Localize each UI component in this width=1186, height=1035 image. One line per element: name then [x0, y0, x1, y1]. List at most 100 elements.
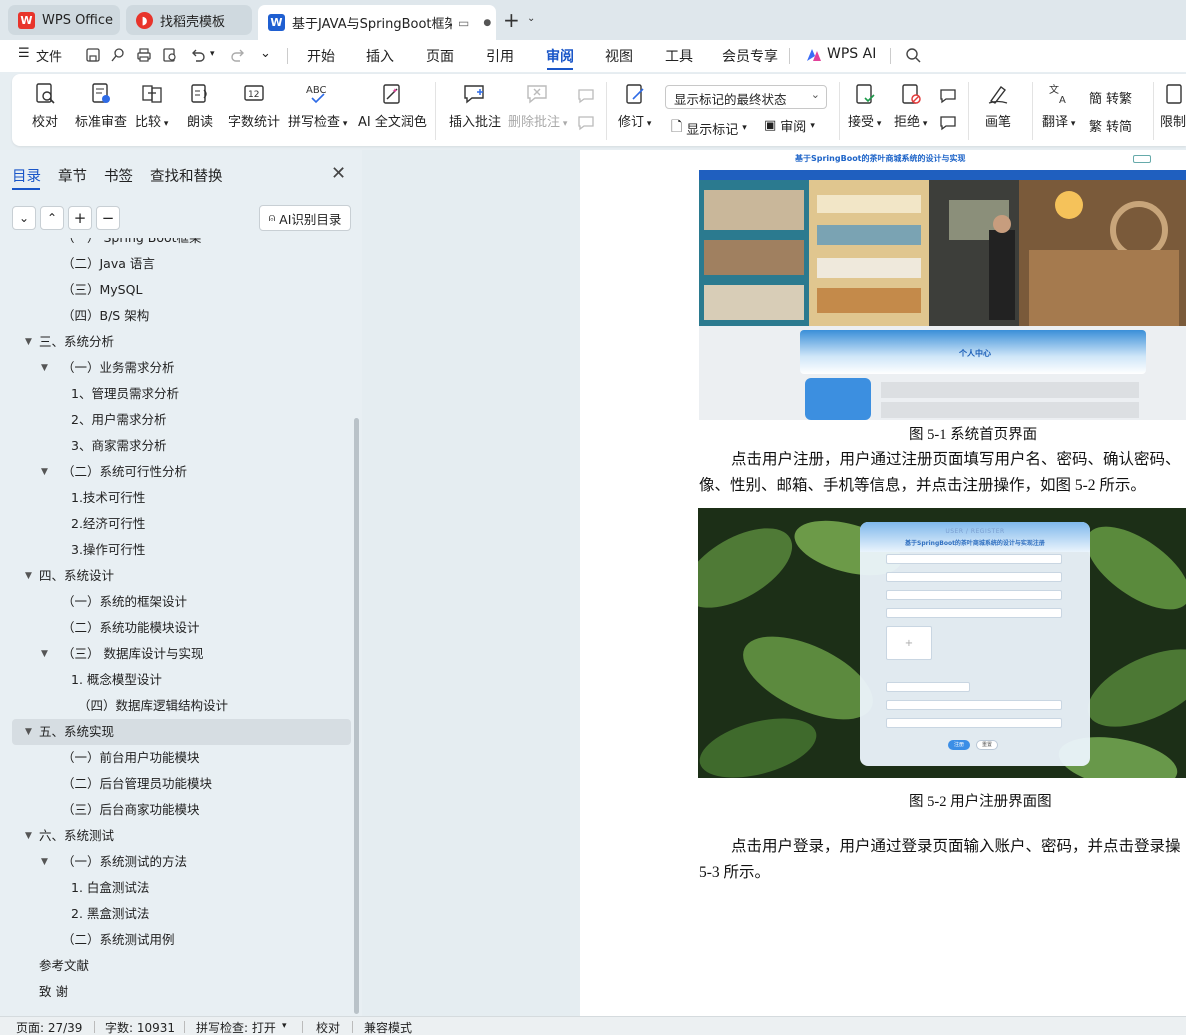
tab-find-replace[interactable]: 查找和替换 — [150, 165, 223, 186]
ai-polish-button[interactable]: ✦ AI 全文润色 — [358, 82, 427, 130]
expand-triangle-icon[interactable]: ▼ — [25, 831, 32, 841]
word-count-indicator[interactable]: 字数: 10931 — [105, 1019, 175, 1035]
toc-item[interactable]: （三）MySQL — [62, 277, 142, 303]
menu-start[interactable]: 开始 — [307, 46, 335, 66]
menu-tools[interactable]: 工具 — [665, 46, 693, 66]
previous-change-icon[interactable] — [938, 87, 958, 105]
toc-item[interactable]: （一）前台用户功能模块 — [62, 745, 200, 771]
toc-item[interactable]: 三、系统分析 — [39, 329, 114, 355]
expand-triangle-icon[interactable]: ▼ — [25, 337, 32, 347]
track-changes-button[interactable]: 修订 ▾ — [618, 82, 651, 130]
toc-item[interactable]: 3.操作可行性 — [71, 537, 145, 563]
toc-item[interactable]: 2. 黑盒测试法 — [71, 901, 149, 927]
hamburger-icon[interactable]: ☰ — [18, 46, 30, 61]
menu-insert[interactable]: 插入 — [366, 46, 394, 66]
undo-dropdown-icon[interactable]: ▾ — [210, 49, 215, 59]
toc-item[interactable]: 参考文献 — [39, 953, 89, 979]
menu-view[interactable]: 视图 — [605, 46, 633, 66]
toc-item[interactable]: 1.技术可行性 — [71, 485, 145, 511]
toc-item[interactable]: （三） 数据库设计与实现 — [62, 641, 203, 667]
toc-item[interactable]: 五、系统实现 — [39, 719, 114, 745]
reject-button[interactable]: 拒绝 ▾ — [894, 82, 927, 130]
ai-toc-button[interactable]: ⍝ AI识别目录 — [259, 205, 351, 231]
toc-item[interactable]: 1、管理员需求分析 — [71, 381, 179, 407]
redo-icon[interactable] — [230, 47, 246, 63]
pen-button[interactable]: 画笔 — [985, 82, 1011, 130]
quick-access-more-icon[interactable]: ⌄ — [260, 46, 271, 61]
expand-triangle-icon[interactable]: ▼ — [25, 727, 32, 737]
toc-item[interactable]: 致 谢 — [39, 979, 68, 1005]
file-menu[interactable]: 文件 — [36, 46, 62, 65]
proof-status[interactable]: 校对 — [316, 1019, 340, 1035]
expand-triangle-icon[interactable]: ▼ — [41, 857, 48, 867]
tab-chapter[interactable]: 章节 — [58, 165, 87, 186]
review-pane-button[interactable]: ▣ 审阅 ▾ — [764, 116, 815, 135]
expand-triangle-icon[interactable]: ▼ — [41, 649, 48, 659]
previous-comment-icon[interactable] — [576, 87, 596, 105]
toc-item[interactable]: （一） Spring Boot框架 — [62, 238, 202, 251]
toc-item[interactable]: 四、系统设计 — [39, 563, 114, 589]
toc-item[interactable]: （一）系统的框架设计 — [62, 589, 187, 615]
toc-scrollbar[interactable] — [354, 418, 359, 1014]
toc-item[interactable]: （二）系统测试用例 — [62, 927, 175, 953]
toc-item[interactable]: （一）业务需求分析 — [62, 355, 175, 381]
spell-check-dropdown-icon[interactable]: ▾ — [282, 1021, 287, 1031]
menu-reference[interactable]: 引用 — [486, 46, 514, 66]
menu-page[interactable]: 页面 — [426, 46, 454, 66]
new-tab-plus-icon[interactable]: + — [503, 8, 520, 32]
toc-item[interactable]: 六、系统测试 — [39, 823, 114, 849]
toc-item[interactable]: （一）系统测试的方法 — [62, 849, 187, 875]
delete-comment-button[interactable]: 删除批注 ▾ — [508, 82, 567, 130]
tab-wps-office[interactable]: W WPS Office — [8, 5, 120, 35]
show-markup-button[interactable]: 🗋 显示标记 ▾ — [671, 116, 747, 140]
print-preview-icon[interactable] — [162, 47, 178, 63]
display-mode-select[interactable]: 显示标记的最终状态 ⌄ — [665, 85, 827, 109]
tab-bookmark[interactable]: 书签 — [104, 165, 133, 186]
compare-button[interactable]: 比较 ▾ — [135, 82, 168, 130]
search-icon[interactable] — [905, 47, 921, 63]
expand-triangle-icon[interactable]: ▼ — [25, 571, 32, 581]
insert-comment-button[interactable]: 插入批注 — [449, 82, 501, 130]
toc-item[interactable]: 2、用户需求分析 — [71, 407, 166, 433]
save-icon[interactable] — [85, 47, 101, 63]
restrict-editing-button[interactable]: 限制 — [1160, 82, 1186, 130]
toc-item[interactable]: （四）数据库逻辑结构设计 — [78, 693, 228, 719]
menu-member[interactable]: 会员专享 — [722, 46, 778, 66]
toc-item[interactable]: 1. 概念模型设计 — [71, 667, 162, 693]
toc-item[interactable]: （三）后台商家功能模块 — [62, 797, 200, 823]
to-traditional-button[interactable]: 簡 转繁 — [1089, 88, 1132, 107]
tab-daoke-templates[interactable]: ◗ 找稻壳模板 — [126, 5, 252, 35]
toc-item[interactable]: 2.经济可行性 — [71, 511, 145, 537]
tab-toc[interactable]: 目录 — [12, 165, 41, 186]
print-icon[interactable] — [136, 47, 152, 63]
proofread-button[interactable]: 校对 — [32, 82, 58, 130]
toc-item[interactable]: （二）系统可行性分析 — [62, 459, 187, 485]
undo-icon[interactable] — [190, 47, 206, 63]
toc-item[interactable]: （四）B/S 架构 — [62, 303, 149, 329]
expand-up-button[interactable]: ⌃ — [40, 206, 64, 230]
collapse-all-button[interactable]: ⌄ — [12, 206, 36, 230]
accept-button[interactable]: 接受 ▾ — [848, 82, 881, 130]
format-painter-icon[interactable] — [110, 47, 126, 63]
unsaved-dot-icon[interactable]: ● — [483, 18, 491, 28]
standard-review-button[interactable]: 标准审查 — [75, 82, 127, 130]
word-count-button[interactable]: 12 字数统计 — [228, 82, 280, 130]
spell-check-status[interactable]: 拼写检查: 打开 — [196, 1019, 276, 1035]
spell-check-button[interactable]: ABC 拼写检查 ▾ — [288, 82, 347, 130]
next-change-icon[interactable] — [938, 114, 958, 132]
close-icon[interactable]: ✕ — [331, 163, 346, 184]
expand-triangle-icon[interactable]: ▼ — [41, 467, 48, 477]
toc-item[interactable]: 1. 白盒测试法 — [71, 875, 149, 901]
tab-current-document[interactable]: W 基于JAVA与SpringBoot框架 ▭ ● — [258, 5, 496, 40]
expand-triangle-icon[interactable]: ▼ — [41, 363, 48, 373]
toc-item[interactable]: 3、商家需求分析 — [71, 433, 166, 459]
monitor-icon[interactable]: ▭ — [458, 16, 469, 30]
toc-item[interactable]: （二）Java 语言 — [62, 251, 155, 277]
translate-button[interactable]: 文A 翻译 ▾ — [1042, 82, 1075, 130]
toc-item[interactable]: （二）后台管理员功能模块 — [62, 771, 212, 797]
add-heading-button[interactable]: + — [68, 206, 92, 230]
toc-item[interactable]: （二）系统功能模块设计 — [62, 615, 200, 641]
tab-list-chevron-icon[interactable]: ⌄ — [527, 13, 535, 24]
remove-heading-button[interactable]: − — [96, 206, 120, 230]
document-page[interactable]: 基于SpringBoot的茶叶商城系统的设计与实现 个人中心 图 5-1 系统首… — [580, 150, 1186, 1016]
